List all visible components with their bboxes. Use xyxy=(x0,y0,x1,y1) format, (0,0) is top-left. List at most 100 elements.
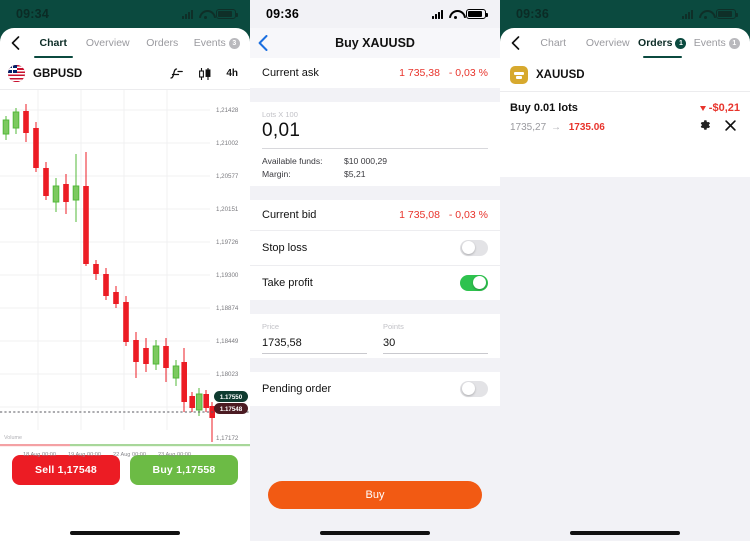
svg-text:Volume: Volume xyxy=(4,435,22,441)
order-pnl: -$0,21 xyxy=(699,102,740,114)
lots-input[interactable]: 0,01 xyxy=(262,120,488,142)
content-sheet-1: Chart Overview Orders Events 3 GBPUSD 4h… xyxy=(0,28,250,541)
points-field[interactable]: Points 30 xyxy=(383,322,488,354)
tab-chart[interactable]: Chart xyxy=(526,28,581,58)
current-bid-price: 1 735,08 xyxy=(399,209,440,221)
tab-events[interactable]: Events 1 xyxy=(690,28,745,58)
svg-text:1,19300: 1,19300 xyxy=(216,272,239,279)
tab-badge: 1 xyxy=(675,37,687,49)
stop-loss-label: Stop loss xyxy=(262,242,308,254)
svg-text:18 Aug 00:00: 18 Aug 00:00 xyxy=(23,452,56,458)
tab-overview[interactable]: Overview xyxy=(581,28,636,58)
lots-block[interactable]: Lots X 100 0,01 Available funds: $10 000… xyxy=(250,102,500,186)
status-time: 09:34 xyxy=(16,7,49,21)
section-gap xyxy=(250,88,500,102)
screenshot-root: 09:34 Chart Overview Orders Events 3 GBP… xyxy=(0,0,750,541)
tab-label: Events xyxy=(193,37,226,49)
current-bid-label: Current bid xyxy=(262,209,317,221)
margin-label: Margin: xyxy=(262,169,291,179)
svg-text:23 Aug 00:00: 23 Aug 00:00 xyxy=(158,452,191,458)
svg-text:1,21002: 1,21002 xyxy=(216,140,239,147)
take-profit-toggle[interactable] xyxy=(460,275,488,291)
signal-icon xyxy=(182,9,195,19)
tab-orders[interactable]: Orders 1 xyxy=(635,28,690,58)
points-field-underline xyxy=(383,353,488,354)
price-field-value[interactable]: 1735,58 xyxy=(262,332,367,353)
wifi-icon xyxy=(449,9,462,20)
current-bid-change: - 0,03 % xyxy=(448,209,488,221)
tab-bar-1: Chart Overview Orders Events 3 xyxy=(0,28,250,58)
status-icons xyxy=(182,9,238,20)
symbol-row-xauusd[interactable]: XAUUSD xyxy=(500,58,750,92)
home-indicator xyxy=(70,531,180,535)
submit-buy-button[interactable]: Buy xyxy=(268,481,482,509)
section-gap xyxy=(250,186,500,200)
lots-card: Lots X 100 0,01 Available funds: $10 000… xyxy=(250,102,500,186)
price-field[interactable]: Price 1735,58 xyxy=(262,322,367,354)
home-indicator xyxy=(320,531,430,535)
current-bid-value: 1 735,08 - 0,03 % xyxy=(399,209,488,221)
order-actions xyxy=(699,118,740,136)
back-button[interactable] xyxy=(258,28,268,58)
chart-type-icon[interactable] xyxy=(198,67,212,81)
nav-bar-2: Buy XAUUSD xyxy=(250,28,500,58)
current-ask-price: 1 735,38 xyxy=(399,67,440,79)
settings-gear-icon[interactable] xyxy=(699,118,711,136)
wifi-icon xyxy=(699,9,712,20)
svg-text:1,18449: 1,18449 xyxy=(216,338,239,345)
tab-chart[interactable]: Chart xyxy=(26,28,81,58)
battery-icon xyxy=(716,9,738,19)
pending-order-toggle[interactable] xyxy=(460,381,488,397)
stop-loss-row[interactable]: Stop loss xyxy=(250,231,500,266)
current-ask-label: Current ask xyxy=(262,67,319,79)
available-funds-label: Available funds: xyxy=(262,156,323,166)
margin-row: Margin: $5,21 xyxy=(262,169,488,179)
take-profit-label: Take profit xyxy=(262,277,313,289)
svg-text:1,20151: 1,20151 xyxy=(216,206,239,213)
status-time: 09:36 xyxy=(266,7,299,21)
status-bar-1: 09:34 xyxy=(0,0,250,28)
tab-orders[interactable]: Orders xyxy=(135,28,190,58)
back-button[interactable] xyxy=(504,30,526,56)
tp-fields: Price 1735,58 Points 30 xyxy=(250,314,500,358)
pending-order-row[interactable]: Pending order xyxy=(250,372,500,406)
chart-toolbar: 4h xyxy=(169,67,242,81)
wifi-icon xyxy=(199,9,212,20)
order-title: Buy 0.01 lots xyxy=(510,102,578,114)
current-ask-card: Current ask 1 735,38 - 0,03 % xyxy=(250,58,500,88)
signal-icon xyxy=(682,9,695,19)
price-chart[interactable]: 1,21428 1,21002 1,20577 1,20151 1,19726 … xyxy=(0,90,250,458)
svg-text:1,20577: 1,20577 xyxy=(216,173,239,180)
indicators-icon[interactable] xyxy=(169,67,184,80)
timeframe-button[interactable]: 4h xyxy=(226,68,238,79)
points-field-value[interactable]: 30 xyxy=(383,332,488,353)
tab-label: Events xyxy=(693,37,726,49)
available-funds-row: Available funds: $10 000,29 xyxy=(262,156,488,166)
battery-icon xyxy=(216,9,238,19)
close-icon[interactable] xyxy=(725,118,736,136)
svg-text:1,18874: 1,18874 xyxy=(216,305,239,312)
tp-fields-card: Price 1735,58 Points 30 xyxy=(250,314,500,358)
tab-bar-3: Chart Overview Orders 1 Events 1 xyxy=(500,28,750,58)
panel-orders: 09:36 Chart Overview Orders 1 Events 1 X… xyxy=(500,0,750,541)
page-title: Buy XAUUSD xyxy=(335,36,415,50)
order-pnl-value: -$0,21 xyxy=(708,102,740,114)
symbol-row[interactable]: GBPUSD 4h xyxy=(0,58,250,90)
order-item[interactable]: Buy 0.01 lots -$0,21 1735,27 → 1735.06 xyxy=(500,92,750,147)
arrow-right-icon: → xyxy=(550,121,561,133)
battery-icon xyxy=(466,9,488,19)
home-indicator xyxy=(570,531,680,535)
order-prices: 1735,27 → 1735.06 xyxy=(510,122,605,133)
signal-icon xyxy=(432,9,445,19)
current-ask-value: 1 735,38 - 0,03 % xyxy=(399,67,488,79)
take-profit-row[interactable]: Take profit xyxy=(250,266,500,300)
price-field-label: Price xyxy=(262,322,280,331)
back-button[interactable] xyxy=(4,30,26,56)
tab-overview[interactable]: Overview xyxy=(81,28,136,58)
svg-text:1.17550: 1.17550 xyxy=(220,394,243,401)
arrow-down-icon xyxy=(699,105,706,111)
stop-loss-toggle[interactable] xyxy=(460,240,488,256)
tab-events[interactable]: Events 3 xyxy=(190,28,245,58)
svg-text:19 Aug 00:00: 19 Aug 00:00 xyxy=(68,452,101,458)
status-icons xyxy=(432,9,488,20)
